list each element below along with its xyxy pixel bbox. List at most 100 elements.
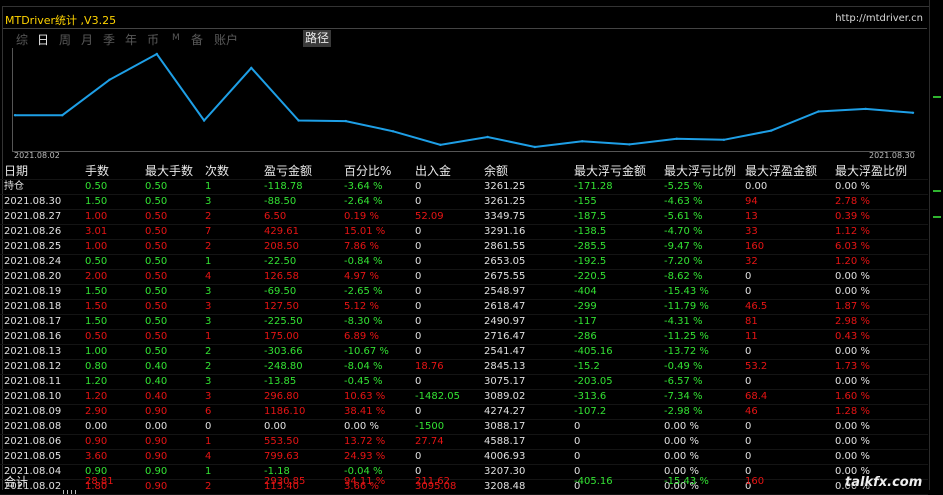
total-max-float-profit: 160 (745, 476, 765, 487)
table-row[interactable]: 2021.08.17 1.50 0.50 3 -225.50 -8.30 % 0 2490.9… (0, 315, 928, 330)
period-nav: 综 日 周 月 季 年 币 M 备 账户 路径 (3, 29, 927, 48)
table-row[interactable]: 2021.08.05 3.60 0.90 4 799.63 24.93 % 0 4006.93… (0, 450, 928, 465)
website-link[interactable]: http://mtdriver.cn (835, 13, 923, 24)
cell-flow: 27.74 (415, 436, 444, 447)
table-row[interactable]: 持仓 0.50 0.50 1 -118.78 -3.64 % 0 3261.25 -171.28… (0, 180, 928, 195)
balance-point-2021.08.10 (297, 119, 300, 122)
cell-percent: 38.41 % (344, 406, 386, 417)
cell-balance: 2541.47 (484, 346, 526, 357)
cell-count: 0 (205, 421, 212, 432)
cell-max-float-profit: 11 (745, 331, 758, 342)
cell-date: 2021.08.17 (4, 316, 62, 327)
table-row[interactable]: 2021.08.16 0.50 0.50 1 175.00 6.89 % 0 2716.47 -… (0, 330, 928, 345)
cell-max-float-loss-pct: -5.61 % (664, 211, 703, 222)
tab-notes[interactable]: 备 (191, 31, 203, 48)
tab-yearly[interactable]: 年 (125, 31, 137, 48)
cell-flow: 0 (415, 331, 422, 342)
cell-max-float-loss: -187.5 (574, 211, 607, 222)
table-row[interactable]: 2021.08.12 0.80 0.40 2 -248.80 -8.04 % 18.76 28… (0, 360, 928, 375)
cell-max-float-profit: 46.5 (745, 301, 768, 312)
tab-currency[interactable]: 币 (147, 31, 159, 48)
cell-max-lots: 0.50 (145, 196, 168, 207)
balance-point-2021.08.06 (155, 52, 158, 56)
table-row[interactable]: 2021.08.13 1.00 0.50 2 -303.66 -10.67 % 0 2541.… (0, 345, 928, 360)
cell-pnl: 6.50 (264, 211, 287, 222)
cell-max-float-loss-pct: -11.25 % (664, 331, 709, 342)
tab-monthly[interactable]: 月 (81, 31, 93, 48)
table-row[interactable]: 2021.08.10 1.20 0.40 3 296.80 10.63 % -1482.05… (0, 390, 928, 405)
balance-point-2021.08.30 (911, 111, 915, 114)
cell-flow: -1482.05 (415, 391, 460, 402)
cell-max-float-profit: 68.4 (745, 391, 768, 402)
tab-daily[interactable]: 日 (37, 31, 49, 48)
cell-max-float-loss-pct: -2.98 % (664, 406, 703, 417)
balance-point-2021.08.16 (486, 135, 489, 139)
tab-route[interactable]: 路径 (303, 30, 331, 47)
cell-max-float-loss-pct: -11.79 % (664, 301, 709, 312)
cell-lots: 0.80 (85, 361, 108, 372)
cell-flow: 0 (415, 286, 422, 297)
cell-max-float-profit-pct: 0.00 % (835, 436, 870, 447)
table-row[interactable]: 2021.08.20 2.00 0.50 4 126.58 4.97 % 0 2675.55 -… (0, 270, 928, 285)
side-marker (933, 216, 941, 218)
cell-lots: 1.00 (85, 346, 108, 357)
cell-date: 2021.08.30 (4, 196, 62, 207)
cell-max-lots: 0.50 (145, 241, 168, 252)
cell-flow: 0 (415, 451, 422, 462)
cell-max-float-loss: -138.5 (574, 226, 607, 237)
cell-balance: 2548.97 (484, 286, 526, 297)
cell-count: 3 (205, 391, 212, 402)
cell-pnl: -118.78 (264, 181, 303, 192)
table-row[interactable]: 2021.08.24 0.50 0.50 1 -22.50 -0.84 % 0 2653.05… (0, 255, 928, 270)
cell-max-lots: 0.50 (145, 286, 168, 297)
cell-pnl: 799.63 (264, 451, 299, 462)
table-row[interactable]: 2021.08.25 1.00 0.50 2 208.50 7.86 % 0 2861.55 -… (0, 240, 928, 255)
cell-max-lots: 0.50 (145, 226, 168, 237)
cell-date: 2021.08.20 (4, 271, 62, 282)
header-max-lots: 最大手数 (145, 164, 194, 178)
cell-max-float-profit-pct: 0.00 % (835, 181, 870, 192)
cell-lots: 1.20 (85, 391, 108, 402)
cell-percent: -0.84 % (344, 256, 383, 267)
tab-weekly[interactable]: 周 (59, 31, 71, 48)
header-lots: 手数 (85, 164, 110, 178)
cell-pnl: 296.80 (264, 391, 299, 402)
tab-m[interactable]: M (172, 33, 180, 43)
cell-percent: 10.63 % (344, 391, 386, 402)
table-row[interactable]: 2021.08.08 0.00 0.00 0 0.00 0.00 % -1500 3088.1… (0, 420, 928, 435)
cell-max-float-loss: 0 (574, 421, 581, 432)
balance-point-2021.08.27 (864, 107, 867, 111)
side-scrollbar[interactable] (929, 0, 943, 494)
cell-max-float-profit: 32 (745, 256, 758, 267)
cell-percent: -10.67 % (344, 346, 389, 357)
cell-lots: 1.20 (85, 376, 108, 387)
table-row[interactable]: 2021.08.18 1.50 0.50 3 127.50 5.12 % 0 2618.47 -… (0, 300, 928, 315)
cell-max-float-loss-pct: -15.43 % (664, 286, 709, 297)
table-row[interactable]: 2021.08.11 1.20 0.40 3 -13.85 -0.45 % 0 3075.17… (0, 375, 928, 390)
cell-max-float-loss: 0 (574, 436, 581, 447)
cell-max-lots: 0.90 (145, 451, 168, 462)
cell-max-lots: 0.50 (145, 301, 168, 312)
cell-lots: 1.50 (85, 301, 108, 312)
total-row: 合计 28.81 2930.85 94.11 % 211.62 -405.16 … (0, 474, 928, 490)
table-row[interactable]: 2021.08.27 1.00 0.50 2 6.50 0.19 % 52.09 3349.7… (0, 210, 928, 225)
table-row[interactable]: 2021.08.26 3.01 0.50 7 429.61 15.01 % 0 3291.16… (0, 225, 928, 240)
cell-max-float-profit: 94 (745, 196, 758, 207)
cell-lots: 0.00 (85, 421, 108, 432)
total-percent: 94.11 % (344, 476, 386, 487)
tab-account[interactable]: 账户 (214, 31, 238, 48)
cell-max-float-profit-pct: 0.39 % (835, 211, 870, 222)
table-row[interactable]: 2021.08.30 1.50 0.50 3 -88.50 -2.64 % 0 3261.25… (0, 195, 928, 210)
tab-quarterly[interactable]: 季 (103, 31, 115, 48)
bottom-tick (67, 490, 68, 494)
table-row[interactable]: 2021.08.06 0.90 0.90 1 553.50 13.72 % 27.74 458… (0, 435, 928, 450)
total-label: 合计 (4, 475, 29, 489)
cell-lots: 3.01 (85, 226, 108, 237)
cell-percent: -2.65 % (344, 286, 383, 297)
cell-pnl: -248.80 (264, 361, 303, 372)
table-row[interactable]: 2021.08.09 2.90 0.90 6 1186.10 38.41 % 0 4274.2… (0, 405, 928, 420)
cell-max-lots: 0.40 (145, 361, 168, 372)
table-row[interactable]: 2021.08.19 1.50 0.50 3 -69.50 -2.65 % 0 2548.97… (0, 285, 928, 300)
tab-summary[interactable]: 综 (16, 31, 28, 48)
bottom-strip (0, 490, 943, 494)
